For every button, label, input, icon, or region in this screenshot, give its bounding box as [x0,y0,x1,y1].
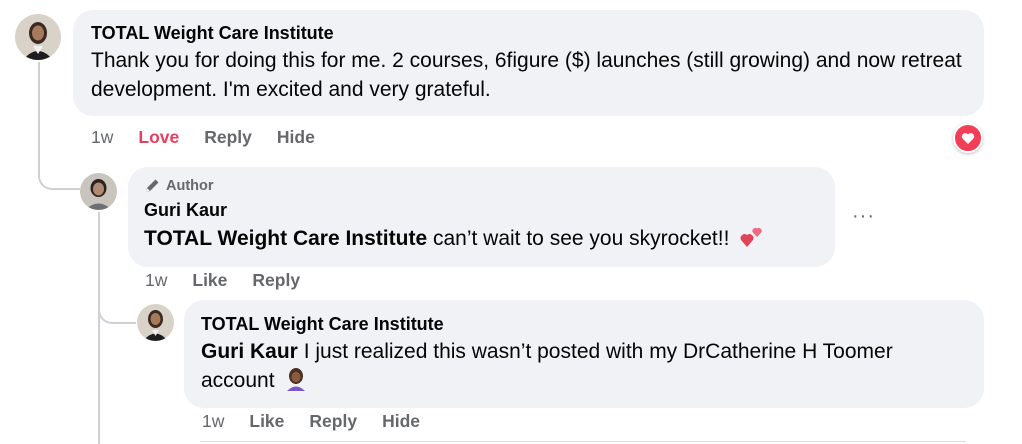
mention-link[interactable]: TOTAL Weight Care Institute [144,227,427,250]
avatar[interactable] [80,173,117,210]
facepalm-emoji-icon [287,368,306,391]
reply-actions: 1w Like Reply [145,270,325,291]
hide-button[interactable]: Hide [382,411,420,432]
avatar[interactable] [15,14,61,60]
reply-author-name[interactable]: Guri Kaur [144,199,819,221]
reply-text: Guri Kaur I just realized this wasn’t po… [201,337,966,395]
comment-timestamp[interactable]: 1w [91,127,113,148]
reply-button[interactable]: Reply [252,270,300,291]
reply-author-name[interactable]: TOTAL Weight Care Institute [201,313,966,335]
comment-actions: 1w Love Reply Hide [91,127,340,148]
avatar[interactable] [137,304,174,341]
reply-actions: 1w Like Reply Hide [202,411,445,432]
thread-line-reply [98,212,100,444]
thread-connector-reply1 [38,150,80,190]
mention-link[interactable]: Guri Kaur [201,340,298,363]
divider [200,441,966,442]
like-button[interactable]: Like [192,270,227,291]
author-badge: Author [144,177,819,194]
like-button[interactable]: Like [249,411,284,432]
more-options-button[interactable]: ··· [852,205,875,228]
two-hearts-emoji-icon [740,227,762,247]
reply-text-body: can’t wait to see you skyrocket!! [427,227,730,250]
love-reaction-icon[interactable] [953,123,983,153]
love-button[interactable]: Love [138,127,179,148]
reply-bubble: Author Guri Kaur TOTAL Weight Care Insti… [128,167,835,267]
reply-bubble: TOTAL Weight Care Institute Guri Kaur I … [184,300,984,408]
comment-author-name[interactable]: TOTAL Weight Care Institute [91,22,966,44]
author-badge-label: Author [166,177,214,194]
thread-connector-reply2 [98,286,136,324]
reply-timestamp[interactable]: 1w [202,411,224,432]
reply-button[interactable]: Reply [309,411,357,432]
comment-text: Thank you for doing this for me. 2 cours… [91,49,962,101]
hide-button[interactable]: Hide [277,127,315,148]
pencil-icon [146,179,159,192]
comment-bubble: TOTAL Weight Care Institute Thank you fo… [73,10,984,116]
reply-timestamp[interactable]: 1w [145,270,167,291]
reply-text: TOTAL Weight Care Institute can’t wait t… [144,224,819,253]
reply-button[interactable]: Reply [204,127,252,148]
